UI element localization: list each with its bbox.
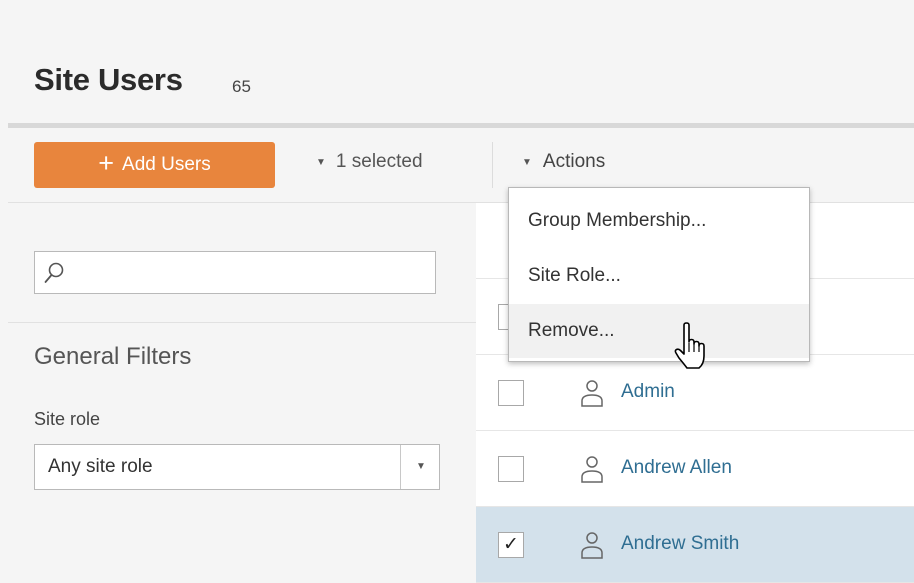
- user-name-link[interactable]: Andrew Allen: [621, 457, 732, 479]
- row-checkbox[interactable]: [498, 380, 524, 406]
- user-icon: [581, 532, 603, 559]
- site-role-value: Any site role: [48, 456, 153, 477]
- filter-sidebar: General Filters Site role Any site role …: [8, 203, 476, 581]
- user-name-link[interactable]: Admin: [621, 381, 675, 403]
- caret-down-icon: ▼: [522, 156, 532, 168]
- page-header: Site Users 65: [0, 0, 914, 124]
- general-filters-heading: General Filters: [34, 343, 192, 370]
- caret-down-icon: ▼: [316, 156, 326, 168]
- hand-cursor-icon: [674, 322, 705, 369]
- search-input[interactable]: [34, 251, 436, 294]
- caret-down-icon: ▼: [416, 461, 426, 472]
- table-row-selected[interactable]: ✓ Andrew Smith: [476, 507, 914, 583]
- user-name-link[interactable]: Andrew Smith: [621, 533, 739, 555]
- actions-menu: Group Membership... Site Role... Remove.…: [508, 187, 810, 362]
- row-checkbox[interactable]: [498, 456, 524, 482]
- add-users-label: Add Users: [122, 154, 211, 175]
- search-icon: [44, 262, 64, 283]
- toolbar-divider: [492, 142, 493, 188]
- user-icon: [581, 380, 603, 407]
- page-title: Site Users: [34, 62, 183, 97]
- row-checkbox-checked[interactable]: ✓: [498, 532, 524, 558]
- selection-count-label: 1 selected: [335, 151, 423, 172]
- add-users-button[interactable]: + Add Users: [34, 142, 275, 188]
- sidebar-divider: [8, 322, 476, 323]
- user-count-badge: 65: [232, 77, 251, 96]
- site-role-select[interactable]: Any site role ▼: [34, 444, 440, 490]
- site-role-label: Site role: [34, 409, 101, 429]
- user-icon: [581, 456, 603, 483]
- plus-icon: +: [98, 148, 115, 178]
- actions-dropdown[interactable]: ▼ Actions: [522, 151, 605, 173]
- menu-item-remove[interactable]: Remove...: [509, 304, 809, 358]
- selection-dropdown[interactable]: ▼ 1 selected: [316, 151, 423, 173]
- actions-label: Actions: [542, 151, 606, 172]
- table-row[interactable]: Andrew Allen: [476, 431, 914, 507]
- menu-item-group-membership[interactable]: Group Membership...: [509, 194, 809, 248]
- select-divider: [400, 445, 401, 489]
- menu-item-site-role[interactable]: Site Role...: [509, 249, 809, 303]
